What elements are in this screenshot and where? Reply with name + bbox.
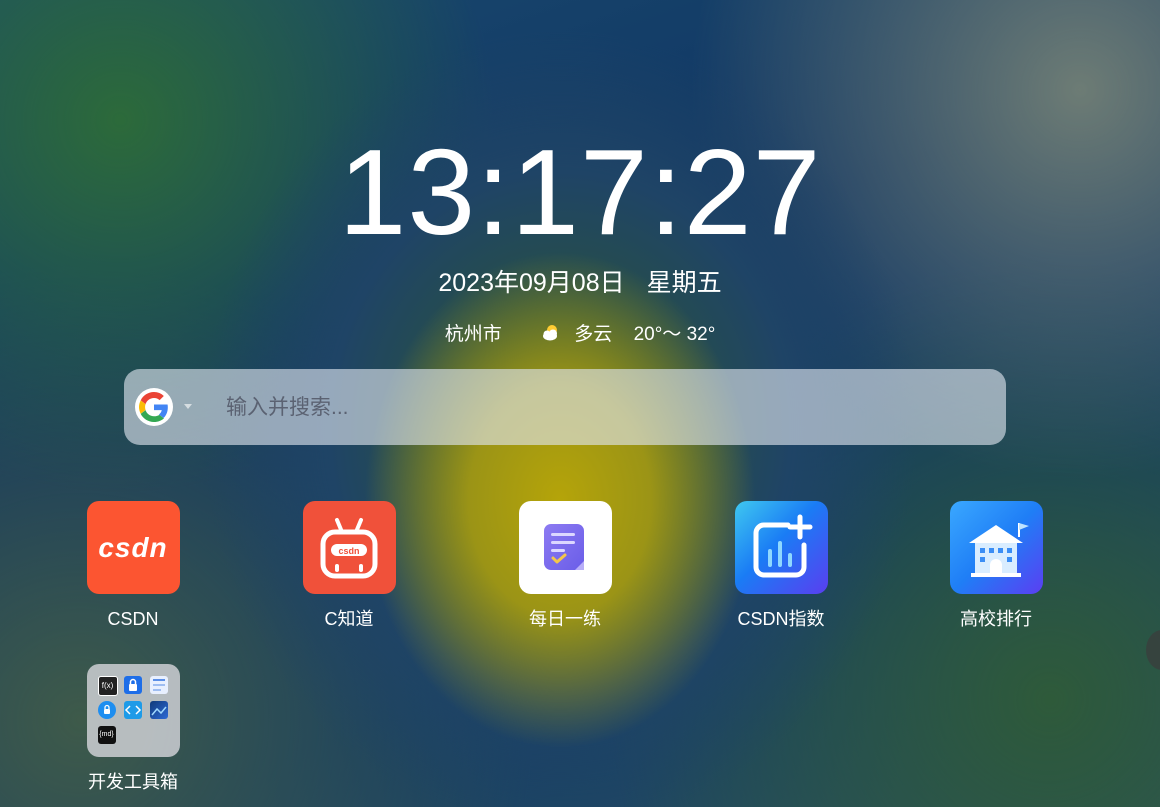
secure-tool-icon xyxy=(97,701,116,719)
app-label: C知道 xyxy=(324,609,374,629)
date-line: 2023年09月08日 星期五 xyxy=(0,266,1160,300)
function-tool-icon: f(x) xyxy=(97,676,118,696)
app-c-zhidao[interactable]: csdn C知道 xyxy=(279,501,419,631)
app-csdn[interactable]: csdn CSDN xyxy=(63,501,203,631)
app-label: 高校排行 xyxy=(960,609,1032,629)
image-tool-icon xyxy=(149,701,168,719)
chart-plus-icon[interactable] xyxy=(734,501,828,594)
robot-icon[interactable]: csdn xyxy=(302,501,396,594)
search-bar[interactable] xyxy=(124,369,1006,445)
notepad-icon[interactable] xyxy=(518,501,612,594)
app-daily-practice[interactable]: 每日一练 xyxy=(495,501,635,631)
document-tool-icon xyxy=(149,676,168,694)
app-label: CSDN xyxy=(107,609,159,629)
csdn-logo-text: csdn xyxy=(98,532,167,563)
folder-dev-tools[interactable]: f(x) {md} 开发工具箱 xyxy=(63,664,203,794)
date-text: 2023年09月08日 xyxy=(438,269,625,297)
lock-tool-icon xyxy=(123,676,142,694)
app-university-ranking[interactable]: 高校排行 xyxy=(926,501,1066,631)
partly-cloudy-icon xyxy=(542,325,557,341)
weekday-text: 星期五 xyxy=(646,269,722,297)
search-input[interactable] xyxy=(224,387,968,429)
google-icon[interactable] xyxy=(135,388,173,426)
side-panel-handle[interactable] xyxy=(1146,630,1160,670)
app-label: 每日一练 xyxy=(529,609,601,629)
robot-visor-text: csdn xyxy=(338,546,359,556)
folder-icon[interactable]: f(x) {md} xyxy=(86,664,180,757)
weather-line[interactable]: 杭州市 多云 20°～ 32° xyxy=(0,321,1160,349)
csdn-logo-icon[interactable]: csdn xyxy=(86,501,180,594)
clock: 13:17:27 xyxy=(338,124,822,260)
engine-dropdown-caret-icon[interactable] xyxy=(184,404,192,409)
code-tool-icon xyxy=(123,701,142,719)
markdown-tool-icon: {md} xyxy=(97,726,116,744)
markdown-tool-text: {md} xyxy=(99,731,114,738)
app-label: CSDN指数 xyxy=(737,609,825,629)
function-tool-text: f(x) xyxy=(101,681,114,690)
weather-condition: 多云 xyxy=(574,324,613,345)
weather-city[interactable]: 杭州市 xyxy=(445,324,502,345)
app-csdn-index[interactable]: CSDN指数 xyxy=(711,501,851,631)
weather-temperature: 20°～ 32° xyxy=(633,324,716,345)
folder-label: 开发工具箱 xyxy=(88,772,178,792)
school-icon[interactable] xyxy=(949,501,1043,594)
